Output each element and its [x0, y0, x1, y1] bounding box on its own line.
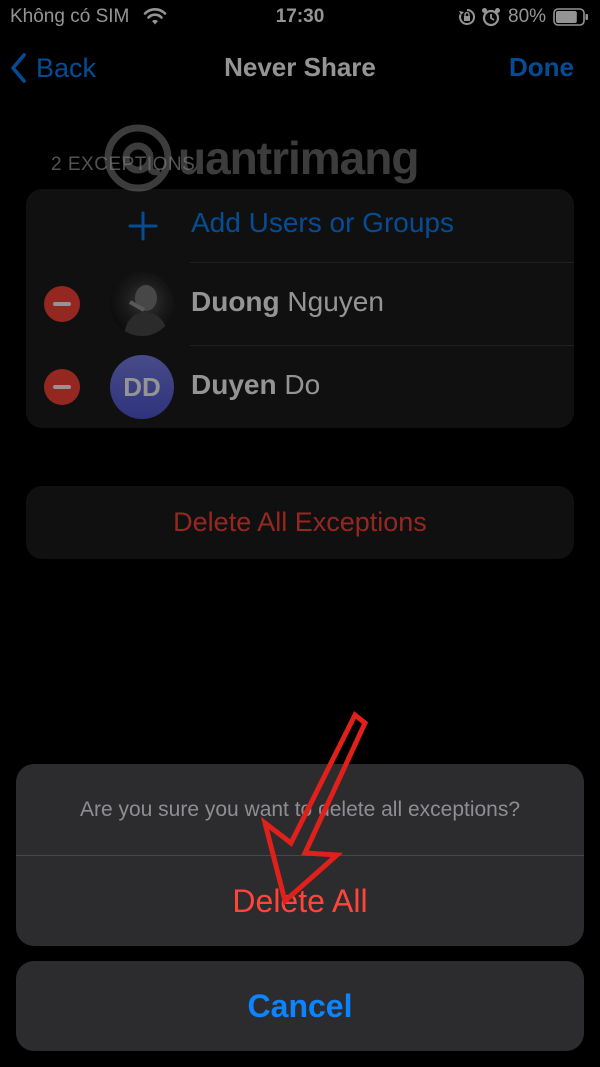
annotation-arrow-icon	[260, 711, 369, 905]
cancel-button[interactable]: Cancel	[16, 961, 584, 1051]
